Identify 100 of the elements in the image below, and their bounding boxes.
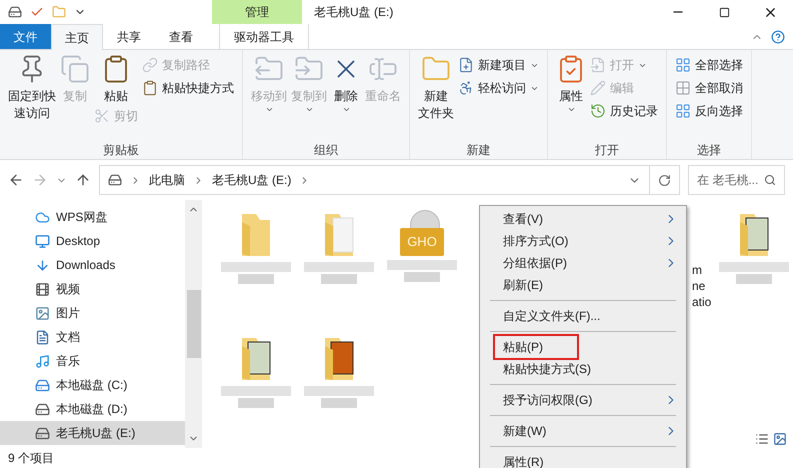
nav-item[interactable]: Downloads	[0, 253, 186, 277]
menu-label: 查看(V)	[503, 212, 543, 226]
ribbon-tab[interactable]: 驱动器工具	[219, 24, 309, 49]
grid-icon	[675, 57, 691, 73]
menu-label: 分组依据(P)	[503, 256, 567, 270]
breadcrumb[interactable]: 此电脑	[149, 171, 185, 189]
document-icon	[35, 330, 50, 344]
ribbon-group-label: 选择	[696, 142, 722, 159]
address-bar[interactable]: 此电脑 老毛桃U盘 (E:)	[99, 165, 680, 195]
maximize-icon	[718, 6, 730, 18]
status-item-count: 9 个项目	[8, 450, 54, 467]
ribbon-small-button[interactable]: 全部取消	[673, 77, 745, 99]
file-label: m ne atio	[692, 262, 712, 310]
ribbon-small-button[interactable]: 历史记录	[588, 100, 660, 122]
nav-item[interactable]: 老毛桃U盘 (E:)	[0, 421, 186, 445]
blurred-filename	[321, 274, 357, 284]
blurred-filename	[238, 274, 274, 284]
menu-item[interactable]: 授予访问权限(G)	[480, 389, 686, 411]
menu-label: 自定义文件夹(F)...	[503, 309, 600, 323]
search-icon	[764, 174, 776, 186]
history-icon	[590, 103, 606, 119]
blurred-filename	[387, 260, 457, 270]
ribbon-tab[interactable]: 文件	[0, 24, 51, 49]
ribbon-small-button[interactable]: 轻松访问	[456, 77, 541, 99]
menu-item[interactable]: 自定义文件夹(F)...	[480, 305, 686, 327]
blurred-filename	[221, 386, 291, 396]
file-plus-icon	[458, 57, 474, 73]
caret-icon	[566, 105, 576, 114]
caret-icon	[342, 105, 350, 114]
ribbon-large-button[interactable]: 属性	[554, 50, 588, 114]
link-icon	[142, 57, 158, 73]
drive-icon	[35, 426, 50, 440]
drive-icon	[108, 173, 122, 187]
menu-item[interactable]: 排序方式(O)	[480, 230, 686, 252]
menu-item[interactable]: 粘贴快捷方式(S)	[480, 358, 686, 380]
ribbon-large-button[interactable]: 新建 文件夹	[416, 50, 456, 122]
caret-icon	[264, 105, 274, 114]
menu-label: 排序方式(O)	[503, 234, 568, 248]
nav-item[interactable]: 本地磁盘 (C:)	[0, 373, 186, 397]
breadcrumb[interactable]: 老毛桃U盘 (E:)	[212, 171, 292, 189]
nav-item[interactable]: 本地磁盘 (D:)	[0, 397, 186, 421]
nav-item[interactable]: 视频	[0, 277, 186, 301]
window-title: 老毛桃U盘 (E:)	[313, 4, 394, 21]
accessibility-icon	[458, 80, 474, 96]
pencil-icon	[590, 80, 606, 96]
ribbon-small-button[interactable]: 新建项目	[456, 54, 541, 76]
menu-item[interactable]: 粘贴(P)	[480, 336, 686, 358]
menu-item[interactable]: 分组依据(P)	[480, 252, 686, 274]
blurred-filename	[719, 262, 789, 272]
music-icon	[35, 354, 50, 368]
ribbon-group-label: 组织	[313, 142, 339, 159]
grid-icon	[675, 80, 691, 96]
menu-label: 新建(W)	[503, 424, 546, 438]
ribbon-group-label: 打开	[594, 142, 620, 159]
ribbon-small-button[interactable]: 全部选择	[673, 54, 745, 76]
back-icon[interactable]	[8, 172, 24, 188]
nav-item[interactable]: Desktop	[0, 229, 186, 253]
ribbon-tab[interactable]: 主页	[51, 24, 103, 50]
clipboard-icon	[142, 80, 158, 96]
nav-item[interactable]: 图片	[0, 301, 186, 325]
scrollbar-thumb[interactable]	[186, 290, 201, 358]
up-icon[interactable]	[75, 172, 91, 188]
download-icon	[35, 258, 50, 272]
nav-item[interactable]: WPS网盘	[0, 205, 186, 229]
blurred-filename	[321, 398, 357, 408]
ribbon-tab[interactable]: 共享	[103, 24, 155, 49]
grid-icon	[675, 103, 691, 119]
menu-label: 刷新(E)	[503, 278, 543, 292]
film-icon	[35, 282, 50, 296]
blurred-filename	[404, 272, 440, 282]
help-icon[interactable]	[771, 30, 785, 44]
caret-icon	[304, 105, 314, 114]
scissors-icon	[94, 108, 110, 124]
file-input-icon	[590, 57, 606, 73]
refresh-icon[interactable]	[658, 174, 671, 186]
nav-item[interactable]: 音乐	[0, 349, 186, 373]
blurred-filename	[304, 386, 374, 396]
drive-icon	[35, 378, 50, 392]
ribbon-large-button[interactable]: 粘贴	[99, 50, 133, 105]
context-tab-group-header: 管理	[212, 0, 302, 24]
ribbon-small-button[interactable]: 反向选择	[673, 100, 745, 122]
search-field[interactable]: 在 老毛桃...	[688, 165, 785, 195]
ribbon-tab[interactable]: 查看	[155, 24, 207, 49]
ribbon-large-button[interactable]: 删除	[329, 50, 363, 114]
menu-label: 粘贴(P)	[503, 340, 543, 354]
blurred-filename	[304, 262, 374, 272]
ribbon-small-button[interactable]: 粘贴快捷方式	[140, 77, 236, 99]
blurred-filename	[221, 262, 291, 272]
drive-icon	[35, 402, 50, 416]
details-view-icon[interactable]	[755, 432, 769, 446]
menu-item[interactable]: 查看(V)	[480, 208, 686, 230]
large-icons-view-icon[interactable]	[773, 432, 787, 446]
image-icon	[35, 306, 50, 320]
scrollbar[interactable]	[185, 200, 202, 448]
menu-item[interactable]: 刷新(E)	[480, 274, 686, 296]
menu-item[interactable]: 新建(W)	[480, 420, 686, 442]
nav-item[interactable]: 文档	[0, 325, 186, 349]
menu-label: 粘贴快捷方式(S)	[503, 362, 591, 376]
menu-label: 授予访问权限(G)	[503, 393, 592, 407]
ribbon-large-button[interactable]: 固定到快 速访问	[6, 50, 58, 122]
